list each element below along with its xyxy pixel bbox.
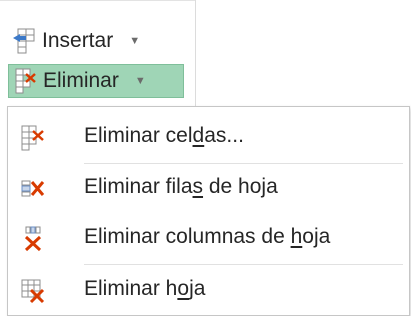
delete-columns-icon [20,226,46,252]
insert-button-label: Insertar [42,29,114,52]
delete-dropdown-icon[interactable]: ▼ [135,75,146,87]
menu-item-delete-sheet-rows[interactable]: Eliminar filas de hoja [8,164,409,214]
menu-item-label: Eliminar hoja [84,277,206,300]
menu-separator [84,264,403,265]
delete-button[interactable]: Eliminar ▼ [8,64,184,98]
menu-item-delete-sheet-columns[interactable]: Eliminar columnas de hoja [8,214,409,264]
insert-cells-icon [12,28,38,54]
delete-sheet-icon [20,278,46,304]
insert-button[interactable]: Insertar ▼ [8,24,170,58]
menu-item-label: Eliminar filas de hoja [84,175,278,198]
delete-cells-icon [20,125,46,151]
menu-item-delete-cells[interactable]: Eliminar celdas... [8,113,409,163]
ribbon-right-border [195,0,196,110]
delete-button-label: Eliminar [43,69,119,92]
delete-cells-icon [13,68,39,94]
ribbon-top-border [0,0,196,1]
insert-dropdown-icon[interactable]: ▼ [129,35,140,47]
menu-item-delete-sheet[interactable]: Eliminar hoja [8,266,409,316]
delete-dropdown-menu: Eliminar celdas... Eliminar filas de hoj… [7,106,410,316]
ribbon-cells-group: Insertar ▼ Eliminar ▼ [0,0,196,110]
delete-rows-icon [20,176,46,202]
menu-item-label: Eliminar celdas... [84,124,244,147]
menu-item-label: Eliminar columnas de hoja [84,225,331,248]
